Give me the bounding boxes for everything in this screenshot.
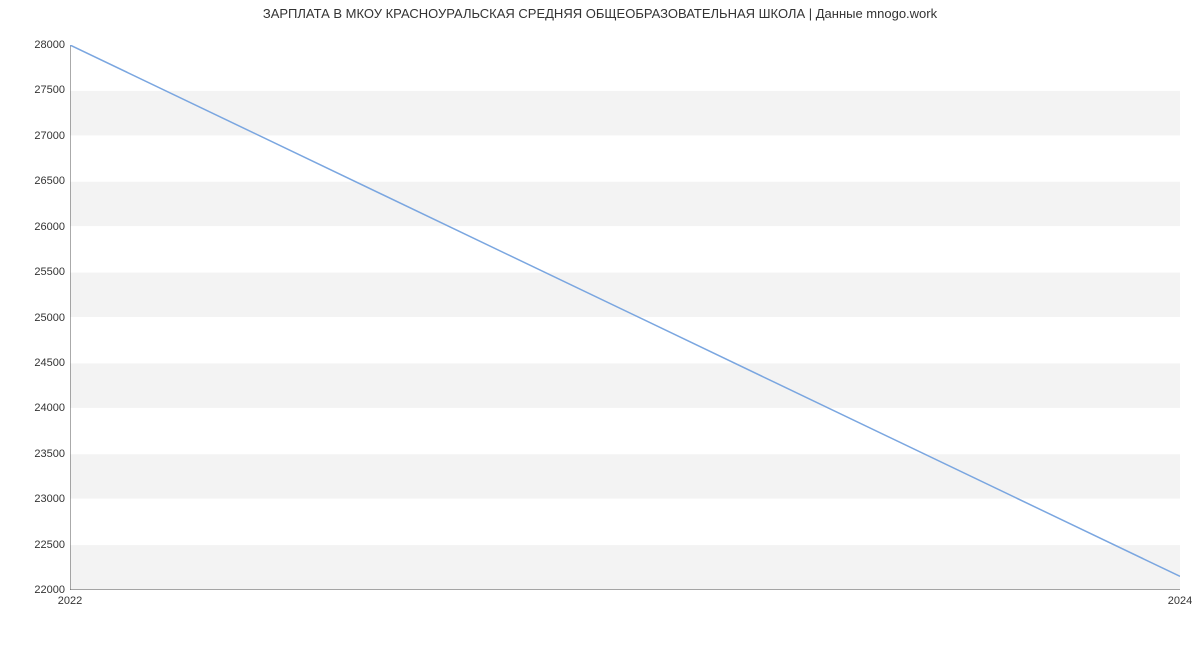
chart-title: ЗАРПЛАТА В МКОУ КРАСНОУРАЛЬСКАЯ СРЕДНЯЯ … (0, 6, 1200, 21)
chart-svg (70, 45, 1180, 590)
y-axis-tick-label: 22500 (5, 539, 65, 551)
y-axis-tick-label: 22000 (5, 584, 65, 596)
y-axis-tick-label: 28000 (5, 39, 65, 51)
y-axis-tick-label: 25000 (5, 312, 65, 324)
y-axis-tick-label: 25500 (5, 266, 65, 278)
y-axis-tick-label: 26000 (5, 221, 65, 233)
y-axis-tick-label: 27500 (5, 84, 65, 96)
y-axis-tick-label: 27000 (5, 130, 65, 142)
y-axis-tick-label: 23000 (5, 493, 65, 505)
chart-container: ЗАРПЛАТА В МКОУ КРАСНОУРАЛЬСКАЯ СРЕДНЯЯ … (0, 0, 1200, 650)
x-axis-tick-label: 2022 (58, 595, 82, 607)
y-axis-tick-label: 24000 (5, 402, 65, 414)
y-axis-tick-label: 24500 (5, 357, 65, 369)
y-axis-tick-label: 26500 (5, 175, 65, 187)
x-axis-tick-label: 2024 (1168, 595, 1192, 607)
plot-area (70, 45, 1180, 590)
y-axis-tick-label: 23500 (5, 448, 65, 460)
